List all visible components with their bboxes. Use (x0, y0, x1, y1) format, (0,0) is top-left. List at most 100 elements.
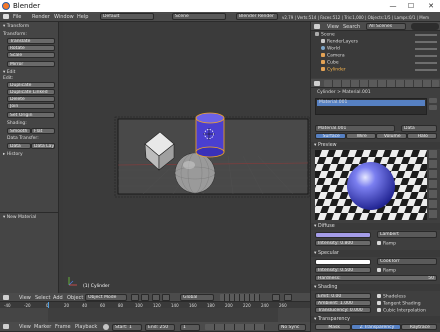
shading-panel-header[interactable]: ▾ Shading (311, 284, 440, 291)
outliner-display-mode-select[interactable]: All Scenes (366, 23, 406, 30)
duplicate-linked-button[interactable]: Duplicate Linked (7, 89, 55, 95)
tab-z-transparency[interactable]: Z Transparency (351, 324, 401, 330)
properties-editor-icon[interactable] (314, 81, 320, 86)
menu-object[interactable]: Object (67, 295, 83, 301)
specular-color-swatch[interactable] (315, 259, 371, 265)
interaction-mode-select[interactable]: Object Mode (85, 294, 127, 301)
diffuse-ramp-checkbox[interactable]: Ramp (377, 241, 396, 247)
timeline-editor-icon[interactable] (3, 324, 9, 329)
tab-volume[interactable]: Volume (376, 133, 407, 139)
history-panel-header[interactable]: ▸ History (3, 152, 23, 157)
preview-panel-header[interactable]: ▾ Preview (311, 142, 440, 149)
data-transfer-button[interactable]: Data (7, 143, 31, 149)
diffuse-intensity-field[interactable]: Intensity: 0.800 (315, 240, 371, 246)
maximize-button[interactable]: ☐ (404, 1, 418, 11)
breadcrumb-material[interactable]: Material.001 (342, 90, 370, 95)
material-slot-item[interactable]: Material.001 (317, 100, 425, 106)
end-frame-field[interactable]: End: 250 (145, 323, 175, 331)
outliner-item-world[interactable]: World (321, 46, 340, 52)
material-link-select[interactable]: Data (401, 125, 437, 132)
sync-mode-select[interactable]: No Sync (278, 323, 306, 331)
outliner-item-cube[interactable]: Cube (321, 60, 339, 66)
3d-viewport[interactable]: Camera Persp (63, 22, 310, 293)
menu-window[interactable]: Window (54, 14, 74, 20)
ambient-field[interactable]: Ambient: 1.000 (315, 300, 371, 306)
diffuse-panel-header[interactable]: ▾ Diffuse (311, 223, 440, 230)
close-button[interactable]: ✕ (424, 1, 438, 11)
playback-controls[interactable] (205, 324, 265, 330)
translate-manipulator-icon[interactable] (162, 294, 170, 301)
duplicate-button[interactable]: Duplicate (7, 82, 55, 88)
mirror-button[interactable]: Mirror (7, 61, 55, 67)
specular-panel-header[interactable]: ▾ Specular (311, 250, 440, 257)
set-origin-button[interactable]: Set Origin (7, 112, 55, 118)
3d-view-editor-icon[interactable] (3, 295, 9, 300)
manipulator-icon[interactable] (152, 294, 160, 301)
preview-type-buttons[interactable] (429, 150, 437, 220)
minimize-button[interactable]: — (386, 1, 400, 11)
record-icon[interactable] (103, 324, 109, 330)
outliner-editor-icon[interactable] (314, 24, 320, 29)
smooth-button[interactable]: Smooth (7, 128, 31, 134)
menu-add[interactable]: Add (53, 295, 63, 301)
visibility-toggles[interactable] (415, 32, 437, 74)
menu-file[interactable]: File (13, 14, 21, 20)
specular-ramp-checkbox[interactable]: Ramp (377, 268, 396, 274)
join-button[interactable]: Join (7, 103, 55, 109)
shadeless-checkbox[interactable]: Shadeless (377, 294, 406, 300)
tab-wire[interactable]: Wire (345, 133, 376, 139)
outliner-item-camera[interactable]: Camera (321, 53, 345, 59)
layer-buttons[interactable] (220, 294, 260, 301)
start-frame-field[interactable]: Start: 1 (112, 323, 142, 331)
outliner-menu-view[interactable]: View (327, 24, 339, 30)
screen-layout-select[interactable]: Default (100, 13, 154, 20)
cylinder-object[interactable] (195, 112, 225, 158)
timeline-menu-view[interactable]: View (19, 324, 31, 330)
render-engine-select[interactable]: Blender Render (236, 13, 278, 20)
diffuse-shader-select[interactable]: Lambert (377, 231, 437, 238)
tab-surface[interactable]: Surface (315, 133, 346, 139)
breadcrumb-object[interactable]: Cylinder (317, 90, 336, 95)
timeline-area[interactable]: -40 -20 0 20 40 60 80 100 120 140 160 18… (0, 302, 310, 322)
diffuse-color-swatch[interactable] (315, 232, 371, 238)
tab-halo[interactable]: Halo (406, 133, 437, 139)
sphere-object[interactable] (174, 152, 216, 194)
outliner-search-input[interactable] (411, 23, 439, 30)
remove-slot-icon[interactable] (429, 105, 437, 110)
timeline-menu-marker[interactable]: Marker (34, 324, 51, 330)
last-operator-panel-header[interactable]: ▾ New Material (3, 215, 36, 220)
outliner-menu-search[interactable]: Search (343, 24, 360, 30)
menu-help[interactable]: Help (77, 14, 88, 20)
transform-orientation-select[interactable]: Global (180, 294, 214, 301)
outliner-item-scene[interactable]: Scene (315, 32, 335, 38)
specular-shader-select[interactable]: CookTorr (377, 258, 437, 265)
info-editor-icon[interactable] (3, 14, 9, 19)
rotate-button[interactable]: Rotate (7, 45, 55, 51)
material-name-field[interactable]: Material.001 (315, 125, 395, 132)
flat-button[interactable]: Flat (31, 128, 55, 134)
viewport-shading-icon[interactable] (131, 294, 139, 301)
material-slot-list[interactable]: Material.001 (315, 98, 427, 115)
edit-panel-header[interactable]: ▾ Edit (3, 70, 15, 75)
property-context-tabs[interactable] (324, 80, 439, 87)
menu-view[interactable]: View (19, 295, 31, 301)
snap-icon[interactable] (272, 294, 280, 301)
timeline-menu-frame[interactable]: Frame (55, 324, 71, 330)
add-slot-icon[interactable] (429, 98, 437, 103)
transparency-panel-header[interactable]: ▾ Transparency (311, 316, 440, 323)
current-frame-field[interactable]: 1 (180, 323, 200, 331)
emit-field[interactable]: Emit: 0.00 (315, 293, 371, 299)
outliner-item-cylinder[interactable]: Cylinder (321, 67, 346, 73)
data-layout-button[interactable]: Data Layo (31, 143, 55, 149)
cubic-interpolation-checkbox[interactable]: Cubic Interpolation (377, 308, 426, 314)
render-preview-icon[interactable] (284, 294, 292, 301)
scale-button[interactable]: Scale (7, 52, 55, 58)
specular-intensity-field[interactable]: Intensity: 0.500 (315, 267, 371, 273)
hardness-field[interactable]: Hardness: 50 (315, 275, 437, 281)
tab-raytrace[interactable]: Raytrace (400, 324, 438, 330)
scene-select[interactable]: Scene (172, 13, 226, 20)
translate-button[interactable]: Translate (7, 38, 55, 44)
outliner-item-renderlayers[interactable]: RenderLayers (321, 39, 358, 45)
menu-select[interactable]: Select (35, 295, 50, 301)
tab-mask[interactable]: Mask (315, 324, 352, 330)
